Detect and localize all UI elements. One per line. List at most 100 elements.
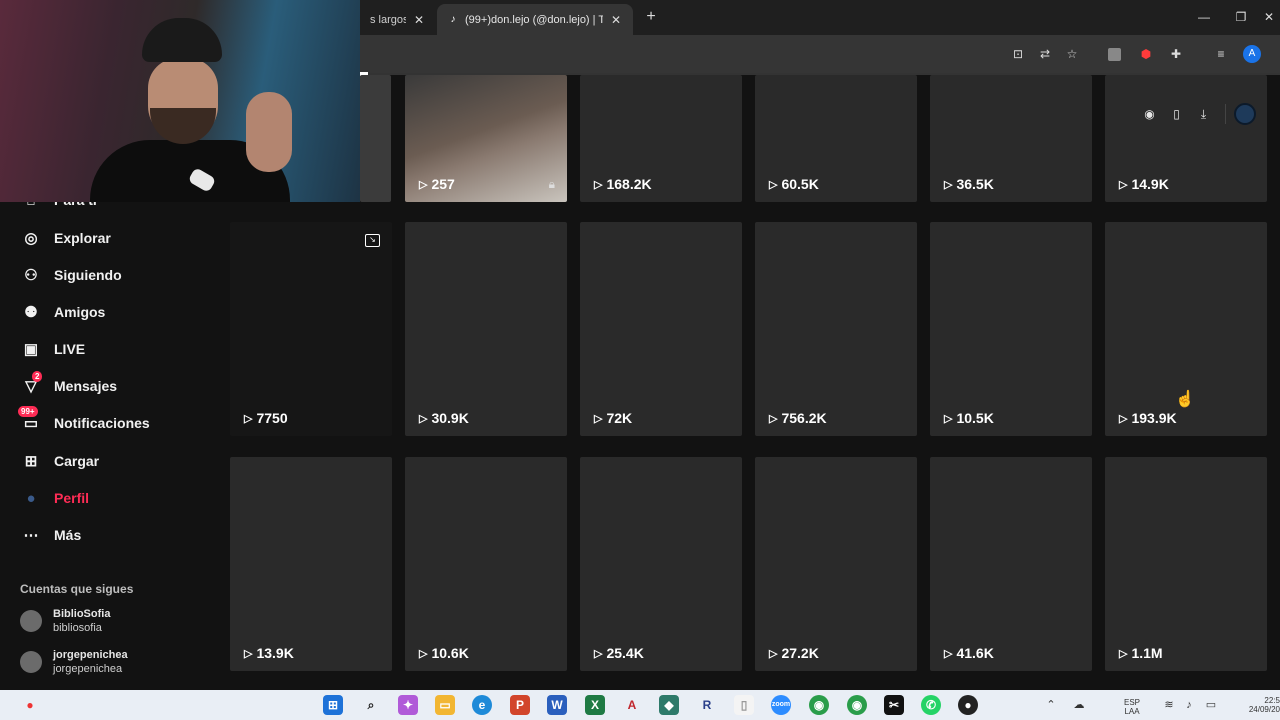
play-icon: ▷ — [419, 412, 428, 425]
view-count-value: 14.9K — [1131, 176, 1169, 192]
install-app-icon[interactable]: ⊡ — [1009, 45, 1027, 63]
download-icon[interactable]: ⤓ — [1190, 100, 1217, 128]
sidebar-item-mensajes[interactable]: ▽ 2 Mensajes — [20, 371, 117, 398]
powerpoint-icon[interactable]: P — [510, 695, 530, 715]
video-tile[interactable]: ▷ 10.6K — [405, 457, 567, 671]
file-explorer-icon[interactable]: ▭ — [435, 695, 455, 715]
webcam-person-cap — [142, 18, 222, 62]
view-count-value: 193.9K — [1131, 410, 1177, 426]
excel-icon[interactable]: X — [585, 695, 605, 715]
view-count: ▷ 257 — [419, 176, 455, 192]
windows-start-icon[interactable]: ⊞ — [323, 695, 343, 715]
view-count-value: 27.2K — [781, 645, 819, 661]
sidebar-item-label: Perfil — [54, 490, 90, 506]
minimize-button[interactable]: — — [1194, 8, 1214, 26]
view-count-value: 1.1M — [1131, 645, 1163, 661]
play-icon: ▷ — [244, 647, 253, 660]
view-count-value: 7750 — [256, 410, 288, 426]
volume-icon[interactable]: ♪ — [1182, 698, 1196, 712]
play-icon: ▷ — [1119, 647, 1128, 660]
wifi-icon[interactable]: ≋ — [1162, 698, 1176, 712]
messages-icon: ▽ 2 — [20, 371, 43, 397]
popout-icon[interactable]: ↘ — [365, 234, 380, 247]
onedrive-icon[interactable]: ☁ — [1072, 698, 1086, 712]
media-control-icon[interactable]: ≡ — [1212, 45, 1230, 63]
sidebar-item-label: Explorar — [54, 230, 111, 246]
video-tile[interactable]: ▷ 41.6K — [930, 457, 1092, 671]
profile-avatar[interactable]: A — [1243, 45, 1261, 63]
search-icon[interactable]: ⌕ — [361, 695, 381, 715]
extensions-puzzle-icon[interactable]: ✚ — [1167, 45, 1185, 63]
tab-title: s largos — [370, 13, 406, 26]
video-tile[interactable]: ▷ 756.2K — [755, 222, 917, 436]
acrobat-icon[interactable]: A — [622, 695, 642, 715]
video-tile[interactable]: ▷ 60.5K — [755, 75, 917, 202]
restore-button[interactable]: ❐ — [1231, 8, 1251, 26]
video-tile[interactable]: ▷ 72K — [580, 222, 742, 436]
notepad-icon[interactable]: ▯ — [734, 695, 754, 715]
sidebar-item-explorar[interactable]: ◎ Explorar — [20, 226, 111, 250]
language-indicator[interactable]: ESP LAA — [1124, 698, 1140, 716]
chrome-icon[interactable]: ◉ — [809, 695, 829, 715]
show-hidden-icons-icon[interactable]: ⌃ — [1044, 698, 1058, 712]
notification-app-icon[interactable]: ● — [20, 695, 40, 715]
sidebar-item-cargar[interactable]: ⊞ Cargar — [20, 449, 99, 473]
sidebar-item-label: Siguiendo — [54, 267, 122, 283]
following-account[interactable]: BiblioSofia bibliosofia — [20, 607, 110, 635]
close-tab-icon[interactable]: ✕ — [609, 13, 623, 27]
view-count: ▷ 30.9K — [419, 410, 469, 426]
video-tile[interactable]: ▷ 7750 — [230, 222, 392, 436]
video-tile[interactable]: ▷ 36.5K — [930, 75, 1092, 202]
video-tile[interactable]: ▷ 25.4K — [580, 457, 742, 671]
capcut-icon[interactable]: ✂ — [884, 695, 904, 715]
edge-icon[interactable]: e — [472, 695, 492, 715]
sidebar-item-mas[interactable]: ⋯ Más — [20, 523, 82, 547]
battery-icon[interactable]: ▭ — [1204, 698, 1218, 712]
video-tile[interactable]: ▷ 168.2K — [580, 75, 742, 202]
sidebar-item-live[interactable]: ▣ LIVE — [20, 337, 85, 361]
whatsapp-icon[interactable]: ✆ — [921, 695, 941, 715]
video-tile[interactable]: ▷ 13.9K — [230, 457, 392, 671]
following-account[interactable]: jorgepenichea jorgepenichea — [20, 648, 128, 676]
sidebar-item-amigos[interactable]: ⚉ Amigos — [20, 300, 105, 324]
play-icon: ▷ — [1119, 178, 1128, 191]
browser-tab[interactable]: s largos ✕ — [360, 4, 436, 35]
copilot-icon[interactable]: ✦ — [398, 695, 418, 715]
mobile-view-icon[interactable]: ▯ — [1163, 100, 1190, 128]
compass-tool-icon[interactable]: ◉ — [1136, 100, 1163, 128]
obs-icon[interactable]: ● — [958, 695, 978, 715]
video-tile[interactable]: ▷ 14.9K — [1105, 75, 1267, 202]
zoom-icon[interactable]: zoom — [771, 695, 791, 715]
sidebar-item-perfil[interactable]: ● Perfil — [20, 486, 89, 510]
video-tile[interactable]: ▷ 10.5K — [930, 222, 1092, 436]
sidebar-item-siguiendo[interactable]: ⚇ Siguiendo — [20, 263, 122, 287]
r-app-icon[interactable]: R — [697, 695, 717, 715]
globe-icon[interactable] — [1234, 103, 1256, 125]
video-tile-partial[interactable] — [360, 75, 391, 202]
view-count: ▷ 10.5K — [944, 410, 994, 426]
close-tab-icon[interactable]: ✕ — [412, 13, 426, 27]
close-window-button[interactable]: ✕ — [1259, 8, 1279, 26]
video-tile[interactable]: ▷ 257 🔒︎ — [405, 75, 567, 202]
video-tile[interactable]: ▷ 1.1M — [1105, 457, 1267, 671]
play-icon: ▷ — [419, 647, 428, 660]
app-icon[interactable]: ◆ — [659, 695, 679, 715]
play-icon: ▷ — [594, 178, 603, 191]
bookmark-star-icon[interactable]: ☆ — [1063, 45, 1081, 63]
video-tile[interactable]: ▷ 27.2K — [755, 457, 917, 671]
word-icon[interactable]: W — [547, 695, 567, 715]
video-tile[interactable]: ▷ 30.9K — [405, 222, 567, 436]
view-count: ▷ 36.5K — [944, 176, 994, 192]
view-count-value: 257 — [431, 176, 455, 192]
clock[interactable]: 22:5 24/09/20 — [1228, 696, 1280, 714]
new-tab-button[interactable]: + — [642, 8, 660, 26]
sidebar-item-notificaciones[interactable]: ▭ 99+ Notificaciones — [18, 406, 150, 435]
adblock-extension-icon[interactable]: ⬢ — [1137, 45, 1155, 63]
browser-tab-active[interactable]: ♪ (99+)don.lejo (@don.lejo) | TikT ✕ — [437, 4, 633, 35]
tiktok-favicon-icon: ♪ — [450, 13, 456, 25]
chrome-profile-icon[interactable]: ◉ — [847, 695, 867, 715]
translate-icon[interactable]: ⇄ — [1036, 45, 1054, 63]
extension-icon[interactable] — [1108, 48, 1121, 61]
account-name: jorgepenichea — [53, 649, 128, 661]
divider — [1225, 104, 1226, 124]
